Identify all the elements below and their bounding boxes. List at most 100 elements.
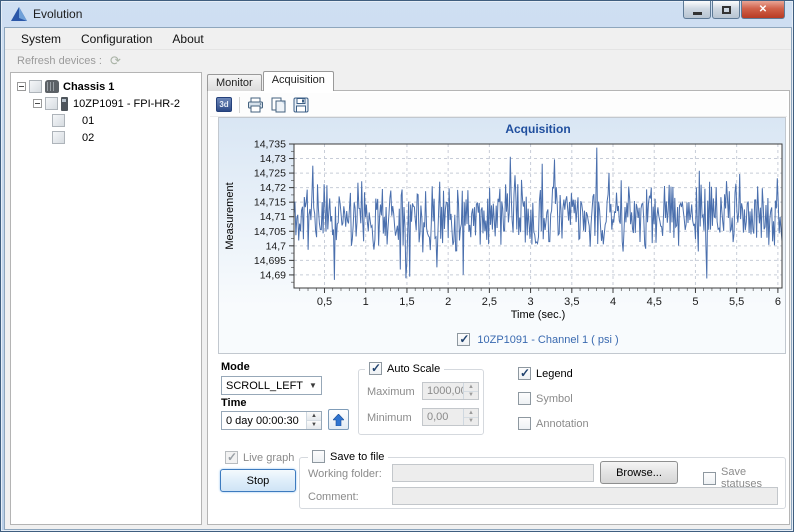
svg-text:14,735: 14,735 bbox=[254, 139, 286, 151]
maximize-button[interactable] bbox=[712, 1, 740, 19]
tree-item-label: 02 bbox=[68, 132, 94, 144]
device-box-icon bbox=[45, 97, 58, 110]
time-spinner[interactable]: 0 day 00:00:30 ▲▼ bbox=[221, 411, 322, 430]
svg-text:3: 3 bbox=[528, 296, 534, 308]
legend-option-label: Legend bbox=[536, 368, 573, 380]
tree-item-channel-02[interactable]: 02 bbox=[11, 129, 201, 146]
acquisition-page: 3d bbox=[207, 90, 790, 525]
svg-text:3,5: 3,5 bbox=[564, 296, 579, 308]
3d-view-button[interactable]: 3d bbox=[214, 95, 234, 115]
svg-text:2: 2 bbox=[445, 296, 451, 308]
svg-text:14,69: 14,69 bbox=[260, 269, 286, 281]
app-logo-icon bbox=[11, 7, 27, 21]
device-tree: Chassis 1 10ZP1091 - FPI-HR-2 01 02 bbox=[10, 72, 202, 525]
minimum-value: 0,00 bbox=[423, 411, 463, 423]
spin-up-icon: ▲ bbox=[307, 412, 321, 421]
spin-down-icon: ▼ bbox=[307, 421, 321, 429]
tab-monitor[interactable]: Monitor bbox=[207, 74, 262, 91]
collapse-icon[interactable] bbox=[17, 82, 26, 91]
chevron-down-icon: ▼ bbox=[305, 377, 321, 394]
acquisition-chart: Acquisition Measurement Time (sec.) 0,51… bbox=[219, 118, 785, 324]
svg-text:0,5: 0,5 bbox=[317, 296, 332, 308]
save-to-file-checkbox[interactable] bbox=[312, 450, 325, 463]
minimize-icon bbox=[693, 12, 702, 15]
chassis-icon bbox=[45, 80, 59, 93]
svg-text:14,695: 14,695 bbox=[254, 255, 286, 267]
tab-acquisition[interactable]: Acquisition bbox=[263, 71, 334, 91]
svg-text:14,705: 14,705 bbox=[254, 226, 286, 238]
tree-item-channel-01[interactable]: 01 bbox=[11, 112, 201, 129]
up-arrow-icon bbox=[333, 414, 344, 426]
annotation-checkbox[interactable] bbox=[518, 417, 531, 430]
menu-configuration[interactable]: Configuration bbox=[71, 29, 162, 49]
time-value: 0 day 00:00:30 bbox=[222, 415, 306, 427]
mode-label: Mode bbox=[221, 361, 250, 373]
refresh-devices-label: Refresh devices : bbox=[17, 55, 102, 67]
refresh-toolstrip: Refresh devices : ⟳ bbox=[5, 51, 791, 70]
auto-scale-label: Auto Scale bbox=[387, 363, 440, 375]
minimum-spinner: 0,00 ▲▼ bbox=[422, 408, 479, 426]
save-to-file-caption: Save to file bbox=[308, 450, 388, 463]
time-spin-buttons[interactable]: ▲▼ bbox=[306, 412, 321, 429]
working-folder-input bbox=[392, 464, 594, 482]
maximum-value: 1000,00 bbox=[423, 385, 463, 397]
symbol-checkbox[interactable] bbox=[518, 392, 531, 405]
legend-checkbox[interactable] bbox=[518, 367, 531, 380]
tree-item-module[interactable]: 10ZP1091 - FPI-HR-2 bbox=[11, 95, 201, 112]
save-to-file-label: Save to file bbox=[330, 451, 384, 463]
device-box-icon bbox=[29, 80, 42, 93]
window-title: Evolution bbox=[33, 7, 82, 21]
annotation-option-label: Annotation bbox=[536, 418, 589, 430]
refresh-icon[interactable]: ⟳ bbox=[110, 55, 121, 67]
svg-text:6: 6 bbox=[775, 296, 781, 308]
minimize-button[interactable] bbox=[683, 1, 711, 19]
save-icon bbox=[293, 97, 309, 113]
spin-up-icon: ▲ bbox=[464, 409, 478, 418]
save-graph-button[interactable] bbox=[291, 95, 311, 115]
chart-title: Acquisition bbox=[505, 122, 570, 136]
chart-y-axis-label: Measurement bbox=[224, 182, 236, 249]
3d-view-icon: 3d bbox=[216, 97, 232, 112]
print-icon bbox=[247, 97, 264, 113]
title-bar[interactable]: Evolution ✕ bbox=[1, 1, 793, 27]
time-label: Time bbox=[221, 397, 246, 409]
stop-button[interactable]: Stop bbox=[220, 469, 296, 492]
svg-text:5: 5 bbox=[692, 296, 698, 308]
apply-time-button[interactable] bbox=[328, 409, 349, 430]
svg-text:14,72: 14,72 bbox=[260, 182, 286, 194]
tab-strip: Monitor Acquisition bbox=[207, 72, 335, 91]
maximum-label: Maximum bbox=[367, 386, 415, 398]
tree-item-label: 01 bbox=[68, 115, 94, 127]
svg-text:14,725: 14,725 bbox=[254, 168, 286, 180]
auto-scale-checkbox[interactable] bbox=[369, 362, 382, 375]
collapse-icon[interactable] bbox=[33, 99, 42, 108]
svg-text:1: 1 bbox=[363, 296, 369, 308]
legend-option[interactable]: Legend bbox=[518, 367, 573, 380]
legend-series-checkbox[interactable] bbox=[457, 333, 470, 346]
comment-label: Comment: bbox=[308, 491, 359, 503]
svg-text:4: 4 bbox=[610, 296, 616, 308]
chart-legend: 10ZP1091 - Channel 1 ( psi ) bbox=[294, 333, 782, 346]
svg-text:2,5: 2,5 bbox=[482, 296, 497, 308]
tree-item-chassis[interactable]: Chassis 1 bbox=[11, 78, 201, 95]
menu-system[interactable]: System bbox=[11, 29, 71, 49]
live-graph-label: Live graph bbox=[243, 452, 294, 464]
copy-image-button[interactable] bbox=[268, 95, 288, 115]
close-button[interactable]: ✕ bbox=[741, 1, 785, 19]
symbol-option[interactable]: Symbol bbox=[518, 392, 573, 405]
working-folder-label: Working folder: bbox=[308, 468, 382, 480]
browse-button[interactable]: Browse... bbox=[600, 461, 678, 484]
print-button[interactable] bbox=[245, 95, 265, 115]
auto-scale-caption: Auto Scale bbox=[365, 362, 444, 375]
save-statuses-checkbox[interactable] bbox=[703, 472, 716, 485]
legend-series-label: 10ZP1091 - Channel 1 ( psi ) bbox=[477, 334, 618, 346]
mode-dropdown[interactable]: SCROLL_LEFT ▼ bbox=[221, 376, 322, 395]
svg-text:14,71: 14,71 bbox=[260, 211, 286, 223]
app-window: Evolution ✕ System Configuration About R… bbox=[0, 0, 794, 532]
svg-text:5,5: 5,5 bbox=[729, 296, 744, 308]
annotation-option[interactable]: Annotation bbox=[518, 417, 589, 430]
maximum-spinner: 1000,00 ▲▼ bbox=[422, 382, 479, 400]
menu-about[interactable]: About bbox=[162, 29, 213, 49]
chart-panel: Acquisition Measurement Time (sec.) 0,51… bbox=[218, 117, 786, 354]
mode-value: SCROLL_LEFT bbox=[222, 380, 305, 392]
